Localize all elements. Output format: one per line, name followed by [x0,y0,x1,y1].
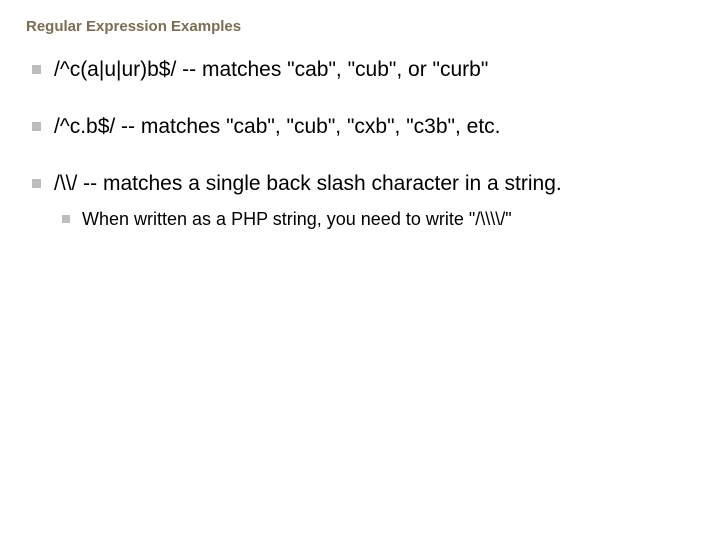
bullet-text: When written as a PHP string, you need t… [82,209,512,229]
bullet-list: /^c(a|u|ur)b$/ -- matches "cab", "cub", … [32,57,696,231]
list-item: /\\/ -- matches a single back slash char… [32,171,696,231]
list-item: /^c.b$/ -- matches "cab", "cub", "cxb", … [32,114,696,141]
bullet-text: /^c(a|u|ur)b$/ -- matches "cab", "cub", … [54,58,488,81]
list-item: /^c(a|u|ur)b$/ -- matches "cab", "cub", … [32,57,696,84]
list-item: When written as a PHP string, you need t… [62,208,696,231]
bullet-text: /^c.b$/ -- matches "cab", "cub", "cxb", … [54,115,501,138]
bullet-text: /\\/ -- matches a single back slash char… [54,172,562,195]
slide: Regular Expression Examples /^c(a|u|ur)b… [0,0,720,540]
slide-title: Regular Expression Examples [26,18,696,35]
sub-list: When written as a PHP string, you need t… [62,208,696,231]
